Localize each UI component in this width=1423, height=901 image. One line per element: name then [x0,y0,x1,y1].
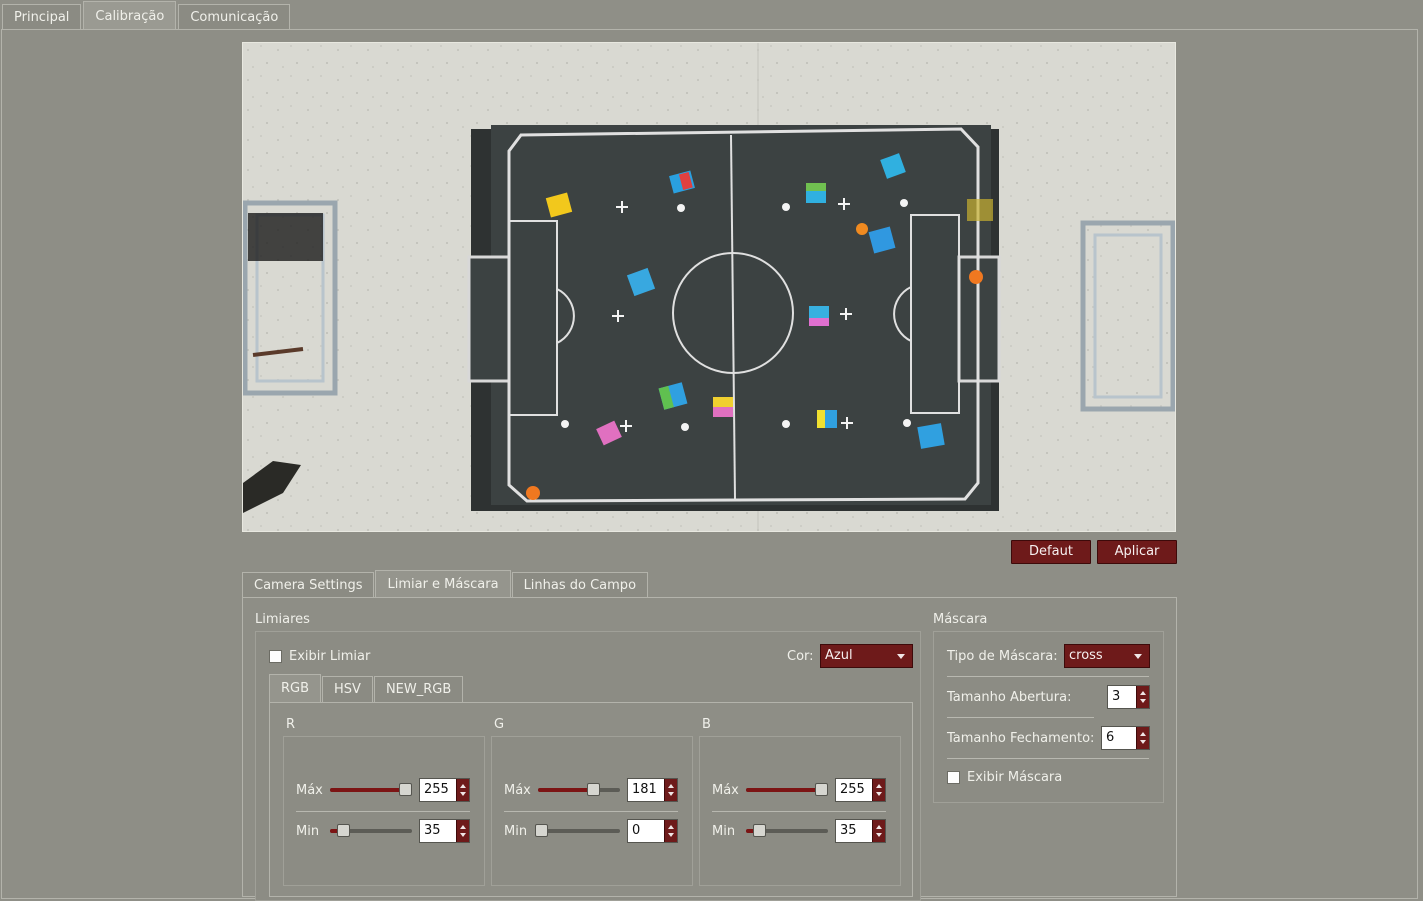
mask-type-value: cross [1069,648,1103,663]
default-button[interactable]: Defaut [1011,540,1091,564]
closing-size-value: 6 [1106,730,1115,745]
r-min-spinbox[interactable]: 35 [419,819,470,843]
checkbox-box[interactable] [947,771,960,784]
tab-principal[interactable]: Principal [2,4,82,30]
thresholds-title: Limiares [255,612,310,627]
r-max-label: Máx [296,783,323,798]
spin-up-icon[interactable] [1140,732,1146,736]
slider-handle[interactable] [535,824,549,837]
b-min-label: Min [712,824,736,839]
opening-size-spinbox[interactable]: 3 [1107,685,1150,709]
r-min-slider[interactable] [330,824,412,838]
color-space-tabs: RGB HSV NEW_RGB [269,674,464,703]
opening-size-value: 3 [1112,689,1121,704]
g-min-slider[interactable] [535,824,620,838]
spin-up-icon[interactable] [876,784,882,788]
spin-down-icon[interactable] [460,833,466,837]
spin-down-icon[interactable] [876,833,882,837]
show-mask-label: Exibir Máscara [967,770,1063,785]
b-min-value: 35 [840,823,857,838]
b-min-slider[interactable] [746,824,828,838]
slider-handle[interactable] [753,824,767,837]
g-min-label: Min [504,824,528,839]
spin-up-icon[interactable] [876,825,882,829]
color-label: Cor: [787,649,814,664]
apply-button[interactable]: Aplicar [1097,540,1177,564]
chevron-down-icon [897,654,905,659]
checkbox-box[interactable] [269,650,282,663]
mask-type-select[interactable]: cross [1064,644,1150,668]
tab-calibracao[interactable]: Calibração [83,1,177,30]
g-max-spinbox[interactable]: 181 [627,778,678,802]
slider-handle[interactable] [337,824,351,837]
channel-r-label: R [286,717,296,732]
spin-up-icon[interactable] [460,784,466,788]
tab-new-rgb[interactable]: NEW_RGB [373,676,464,702]
spin-up-icon[interactable] [668,784,674,788]
camera-image [243,43,1175,531]
g-max-slider[interactable] [538,783,620,797]
r-max-value: 255 [424,782,449,797]
tab-hsv[interactable]: HSV [322,676,373,702]
channel-b-label: B [702,717,711,732]
color-select-value: Azul [825,648,853,663]
b-separator [712,811,886,812]
chevron-down-icon [1134,654,1142,659]
channel-g-label: G [494,717,505,732]
mask-separator-1 [947,676,1149,677]
slider-handle[interactable] [586,783,600,796]
spin-down-icon[interactable] [460,792,466,796]
tab-camera-settings[interactable]: Camera Settings [242,572,375,598]
show-threshold-label: Exibir Limiar [289,649,371,664]
r-separator [296,811,470,812]
spin-down-icon[interactable] [668,833,674,837]
tab-rgb[interactable]: RGB [269,674,322,703]
b-max-spinbox[interactable]: 255 [835,778,886,802]
spin-down-icon[interactable] [668,792,674,796]
tab-comunicacao[interactable]: Comunicação [178,4,291,30]
mask-title: Máscara [933,612,988,627]
g-min-value: 0 [632,823,641,838]
slider-handle[interactable] [399,783,413,796]
g-min-spinbox[interactable]: 0 [627,819,678,843]
r-max-slider[interactable] [330,783,413,797]
spin-up-icon[interactable] [460,825,466,829]
spin-down-icon[interactable] [876,792,882,796]
g-max-label: Máx [504,783,531,798]
b-min-spinbox[interactable]: 35 [835,819,886,843]
spin-up-icon[interactable] [668,825,674,829]
spin-down-icon[interactable] [1140,699,1146,703]
soccer-field [467,125,1001,511]
mask-separator-2 [947,717,1094,718]
camera-view[interactable] [242,42,1176,532]
tab-limiar-mascara[interactable]: Limiar e Máscara [375,570,511,598]
b-max-slider[interactable] [746,783,829,797]
color-select[interactable]: Azul [820,644,913,668]
show-threshold-checkbox[interactable]: Exibir Limiar [269,649,370,664]
r-min-value: 35 [424,823,441,838]
tab-linhas-campo[interactable]: Linhas do Campo [511,572,649,598]
mask-type-label: Tipo de Máscara: [947,649,1058,664]
sub-tab-bar: Camera Settings Limiar e Máscara Linhas … [242,570,649,598]
main-tab-bar: Principal Calibração Comunicação [2,1,292,30]
closing-size-label: Tamanho Fechamento: [947,731,1095,746]
spin-up-icon[interactable] [1140,691,1146,695]
show-mask-checkbox[interactable]: Exibir Máscara [947,770,1062,785]
mask-separator-3 [947,758,1149,759]
g-max-value: 181 [632,782,657,797]
b-max-label: Máx [712,783,739,798]
r-max-spinbox[interactable]: 255 [419,778,470,802]
b-max-value: 255 [840,782,865,797]
closing-size-spinbox[interactable]: 6 [1101,726,1150,750]
r-min-label: Min [296,824,320,839]
g-separator [504,811,678,812]
slider-handle[interactable] [815,783,829,796]
spin-down-icon[interactable] [1140,740,1146,744]
opening-size-label: Tamanho Abertura: [947,690,1072,705]
